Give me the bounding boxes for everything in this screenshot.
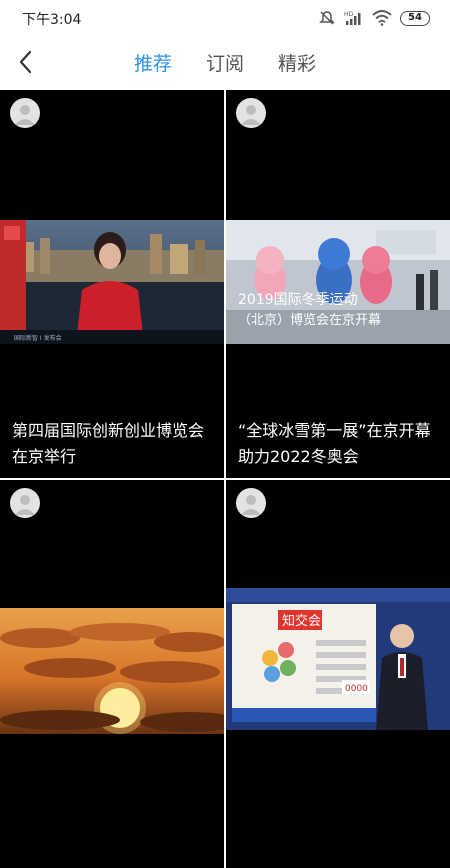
video-thumbnail: 2019国际冬季运动 （北京）博览会在京开幕 — [226, 220, 450, 344]
video-card[interactable]: 知交会 0000 — [226, 480, 450, 868]
video-feed-grid: 国际新智 Ⅰ 发布会 第四届国际创新创业博览会在京举行 2019国际冬季运动 （… — [0, 88, 450, 868]
mute-icon — [318, 9, 336, 27]
status-icons: HD 54 — [318, 8, 430, 28]
svg-text:HD: HD — [344, 11, 354, 18]
video-card[interactable] — [0, 480, 224, 868]
video-caption: 第四届国际创新创业博览会在京举行 — [12, 421, 205, 466]
tab-recommend[interactable]: 推荐 — [134, 49, 172, 76]
chevron-left-icon — [19, 50, 32, 74]
status-time: 下午3:04 — [22, 12, 82, 28]
nav-bar: 推荐 订阅 精彩 — [0, 36, 450, 88]
video-thumbnail — [0, 608, 224, 734]
avatar[interactable] — [10, 98, 40, 128]
avatar[interactable] — [236, 488, 266, 518]
back-button[interactable] — [8, 44, 44, 80]
thumbnail-text: 知交会 — [282, 613, 321, 629]
video-thumbnail: 知交会 0000 — [226, 588, 450, 730]
thumbnail-badge: 0000 — [345, 684, 368, 694]
tab-featured[interactable]: 精彩 — [278, 49, 316, 76]
thumbnail-text-line1: 2019国际冬季运动 — [238, 292, 358, 308]
tab-subscribe[interactable]: 订阅 — [206, 49, 244, 76]
tab-bar: 推荐 订阅 精彩 — [0, 36, 450, 88]
video-card[interactable]: 国际新智 Ⅰ 发布会 第四届国际创新创业博览会在京举行 — [0, 90, 224, 478]
avatar[interactable] — [10, 488, 40, 518]
video-caption: “全球冰雪第一展”在京开幕助力2022冬奥会 — [238, 421, 431, 466]
avatar[interactable] — [236, 98, 266, 128]
video-card[interactable]: 2019国际冬季运动 （北京）博览会在京开幕 “全球冰雪第一展”在京开幕助力20… — [226, 90, 450, 478]
video-thumbnail: 国际新智 Ⅰ 发布会 — [0, 220, 224, 344]
thumbnail-text-line2: （北京）博览会在京开幕 — [238, 312, 381, 328]
battery-icon: 54 — [400, 10, 430, 26]
hd-signal-icon: HD — [344, 9, 364, 27]
wifi-icon — [372, 10, 392, 26]
status-bar: 下午3:04 HD 54 — [0, 0, 450, 36]
thumbnail-text: 国际新智 Ⅰ 发布会 — [14, 334, 62, 342]
